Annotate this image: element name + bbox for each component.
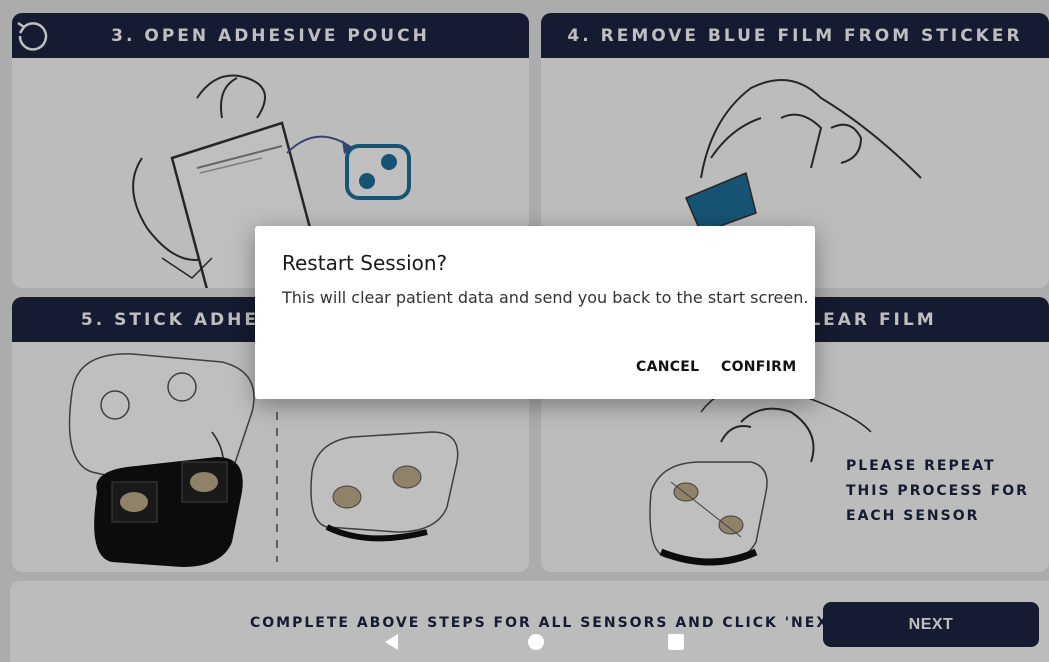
nav-back-icon[interactable] (385, 634, 398, 650)
dialog-message: This will clear patient data and send yo… (282, 288, 809, 307)
nav-home-icon[interactable] (528, 634, 544, 650)
system-nav-bar (0, 620, 1049, 662)
dialog-title: Restart Session? (282, 251, 448, 275)
confirm-button[interactable]: CONFIRM (721, 359, 796, 375)
nav-recent-icon[interactable] (668, 634, 684, 650)
cancel-button[interactable]: CANCEL (636, 359, 699, 375)
restart-dialog: Restart Session? This will clear patient… (255, 226, 815, 399)
